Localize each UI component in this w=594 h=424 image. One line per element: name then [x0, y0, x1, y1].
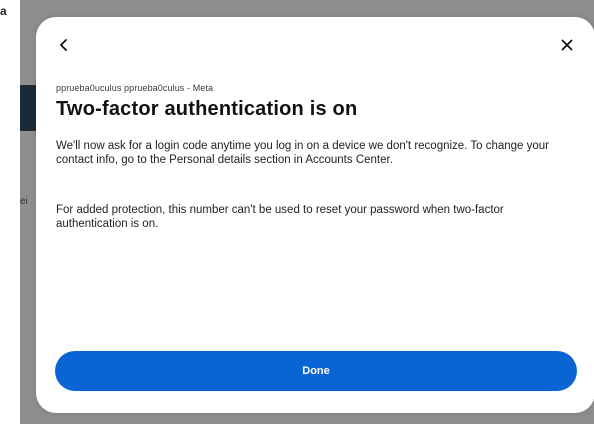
done-button[interactable]: Done [55, 351, 577, 391]
chevron-left-icon [57, 38, 71, 57]
protection-paragraph: For added protection, this number can't … [56, 204, 504, 230]
dialog-title: Two-factor authentication is on [56, 98, 358, 120]
info-paragraph: We'll now ask for a login code anytime y… [56, 140, 550, 166]
close-button[interactable] [555, 35, 579, 59]
background-text: ei [20, 196, 28, 207]
background-page [0, 0, 20, 424]
close-icon [560, 38, 574, 57]
account-name: pprueba0uculus pprueba0culus - Meta [56, 83, 214, 93]
back-button[interactable] [52, 35, 76, 59]
two-factor-dialog: pprueba0uculus pprueba0culus - Meta Two-… [36, 17, 594, 413]
background-text: a [0, 4, 7, 18]
